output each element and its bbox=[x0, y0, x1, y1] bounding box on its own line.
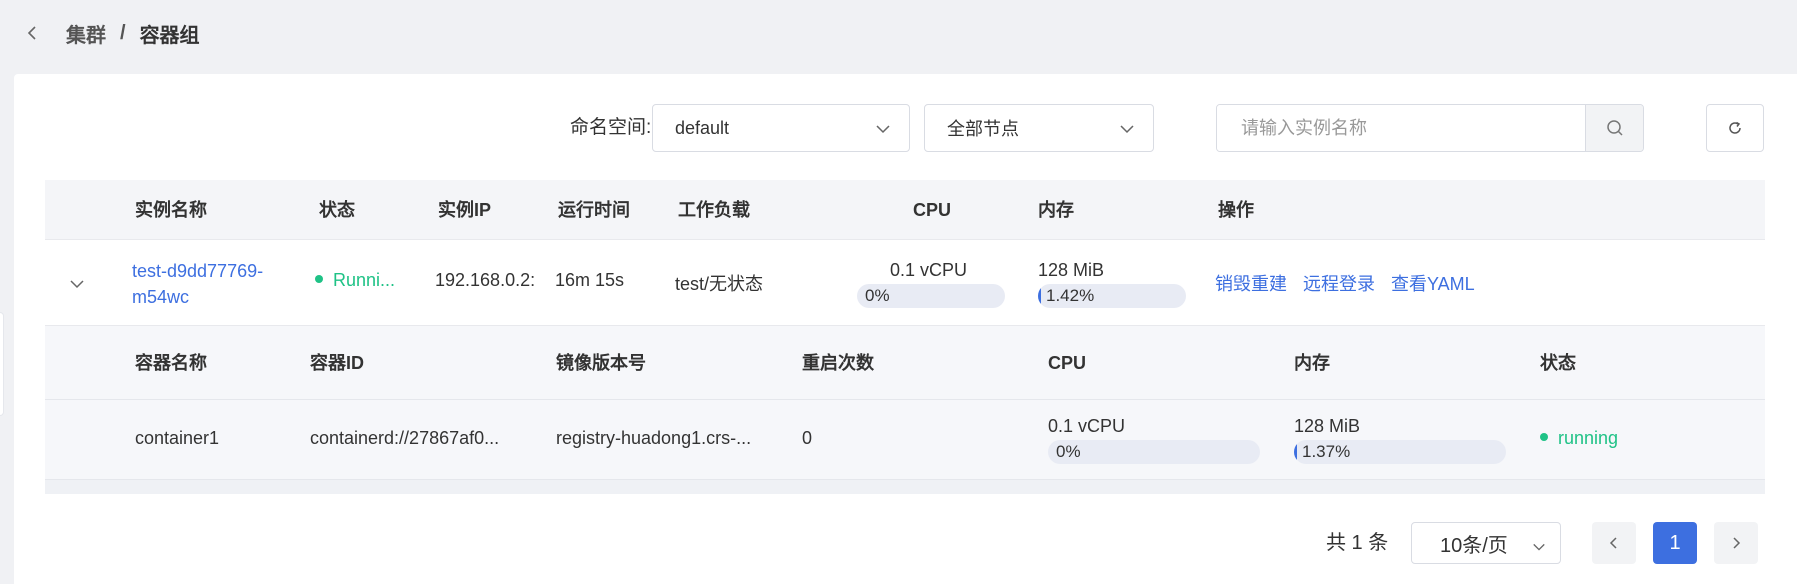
col-container-status: 状态 bbox=[1540, 353, 1576, 373]
col-container-cpu: CPU bbox=[1048, 353, 1087, 373]
subtable-footer-strip bbox=[45, 480, 1765, 494]
chevron-down-icon bbox=[1532, 537, 1546, 560]
namespace-select[interactable]: default bbox=[652, 104, 910, 152]
memory-usage-text: 1.42% bbox=[1046, 286, 1095, 305]
instance-name-link[interactable]: test-d9dd77769- m54wc bbox=[132, 258, 263, 310]
container-id: containerd://27867af0... bbox=[310, 428, 500, 448]
instance-ip: 192.168.0.2: bbox=[435, 270, 536, 290]
col-workload: 工作负载 bbox=[678, 200, 750, 220]
chevron-right-icon bbox=[1733, 537, 1741, 549]
total-count: 共 1 条 bbox=[1326, 532, 1389, 554]
status-badge: Runni... bbox=[315, 270, 415, 291]
page-size-select[interactable]: 10条/页 bbox=[1411, 522, 1561, 564]
list-item: container1 containerd://27867af0... regi… bbox=[45, 400, 1765, 480]
col-image-version: 镜像版本号 bbox=[556, 353, 646, 373]
col-container-id: 容器ID bbox=[310, 353, 364, 373]
container-status-badge: running bbox=[1540, 428, 1618, 449]
refresh-icon bbox=[1729, 121, 1741, 134]
col-memory: 内存 bbox=[1038, 200, 1074, 220]
node-select[interactable]: 全部节点 bbox=[924, 104, 1154, 152]
col-instance-name: 实例名称 bbox=[135, 200, 207, 220]
cpu-usage-bar: 0% bbox=[857, 284, 1005, 308]
memory-value: 128 MiB bbox=[1038, 260, 1105, 280]
container-name: container1 bbox=[135, 428, 220, 448]
memory-usage-fill bbox=[1038, 284, 1041, 308]
remote-login-link[interactable]: 远程登录 bbox=[1303, 270, 1375, 296]
page-header: 集群 / 容器组 bbox=[0, 0, 1797, 66]
search-box bbox=[1216, 104, 1644, 152]
container-memory-fill bbox=[1294, 440, 1297, 464]
status-text: Runni... bbox=[333, 270, 396, 290]
node-value: 全部节点 bbox=[947, 119, 1019, 139]
chevron-left-icon bbox=[1609, 537, 1617, 549]
status-dot-icon bbox=[1540, 433, 1548, 442]
search-input[interactable] bbox=[1217, 105, 1585, 151]
container-memory-text: 1.37% bbox=[1302, 442, 1351, 461]
chevron-down-icon bbox=[875, 121, 891, 142]
container-table-header: 容器名称 容器ID 镜像版本号 重启次数 CPU 内存 状态 bbox=[45, 326, 1765, 400]
back-icon[interactable] bbox=[24, 25, 40, 41]
namespace-value: default bbox=[675, 117, 730, 138]
col-container-memory: 内存 bbox=[1294, 353, 1330, 373]
restart-count: 0 bbox=[802, 428, 813, 448]
container-cpu-bar: 0% bbox=[1048, 440, 1260, 464]
container-status-text: running bbox=[1558, 428, 1619, 448]
col-restart-count: 重启次数 bbox=[802, 353, 874, 373]
container-memory-bar: 1.37% bbox=[1294, 440, 1506, 464]
page-size-value: 10条/页 bbox=[1440, 534, 1508, 557]
search-icon bbox=[1606, 120, 1623, 136]
pod-table-header: 实例名称 状态 实例IP 运行时间 工作负载 CPU 内存 操作 bbox=[45, 180, 1765, 240]
col-uptime: 运行时间 bbox=[558, 200, 630, 220]
cpu-value: 0.1 vCPU bbox=[890, 260, 968, 280]
uptime: 16m 15s bbox=[555, 270, 625, 290]
breadcrumb-current: 容器组 bbox=[139, 24, 200, 47]
container-subtable: 容器名称 容器ID 镜像版本号 重启次数 CPU 内存 状态 container… bbox=[45, 326, 1765, 494]
col-actions: 操作 bbox=[1218, 200, 1254, 220]
view-yaml-link[interactable]: 查看YAML bbox=[1391, 270, 1475, 296]
search-button[interactable] bbox=[1585, 105, 1643, 151]
breadcrumb-cluster[interactable]: 集群 bbox=[66, 19, 106, 48]
container-cpu-text: 0% bbox=[1056, 442, 1081, 461]
col-container-name: 容器名称 bbox=[135, 353, 207, 373]
status-dot-icon bbox=[315, 275, 323, 284]
image-version: registry-huadong1.crs-... bbox=[556, 428, 752, 448]
expand-chevron-icon[interactable] bbox=[69, 276, 85, 297]
page-button-current[interactable]: 1 bbox=[1653, 522, 1697, 564]
cpu-usage-text: 0% bbox=[865, 286, 890, 305]
prev-page-button[interactable] bbox=[1592, 522, 1636, 564]
col-status: 状态 bbox=[319, 200, 355, 220]
instance-name-line2: m54wc bbox=[132, 287, 190, 307]
refresh-button[interactable] bbox=[1706, 104, 1764, 152]
table-row: test-d9dd77769- m54wc Runni... 192.168.0… bbox=[45, 240, 1765, 326]
destroy-rebuild-link[interactable]: 销毁重建 bbox=[1215, 270, 1287, 296]
col-cpu: CPU bbox=[913, 200, 952, 220]
instance-name-line1: test-d9dd77769- bbox=[132, 261, 264, 281]
container-memory-value: 128 MiB bbox=[1294, 416, 1361, 436]
namespace-label: 命名空间: bbox=[570, 117, 652, 138]
next-page-button[interactable] bbox=[1714, 522, 1758, 564]
memory-usage-bar: 1.42% bbox=[1038, 284, 1186, 308]
chevron-down-icon bbox=[1119, 121, 1135, 142]
col-instance-ip: 实例IP bbox=[438, 200, 492, 220]
container-cpu-value: 0.1 vCPU bbox=[1048, 416, 1126, 436]
breadcrumb-separator: / bbox=[120, 21, 126, 44]
side-collapse-handle[interactable] bbox=[0, 312, 4, 416]
workload: test/无状态 bbox=[675, 274, 764, 294]
